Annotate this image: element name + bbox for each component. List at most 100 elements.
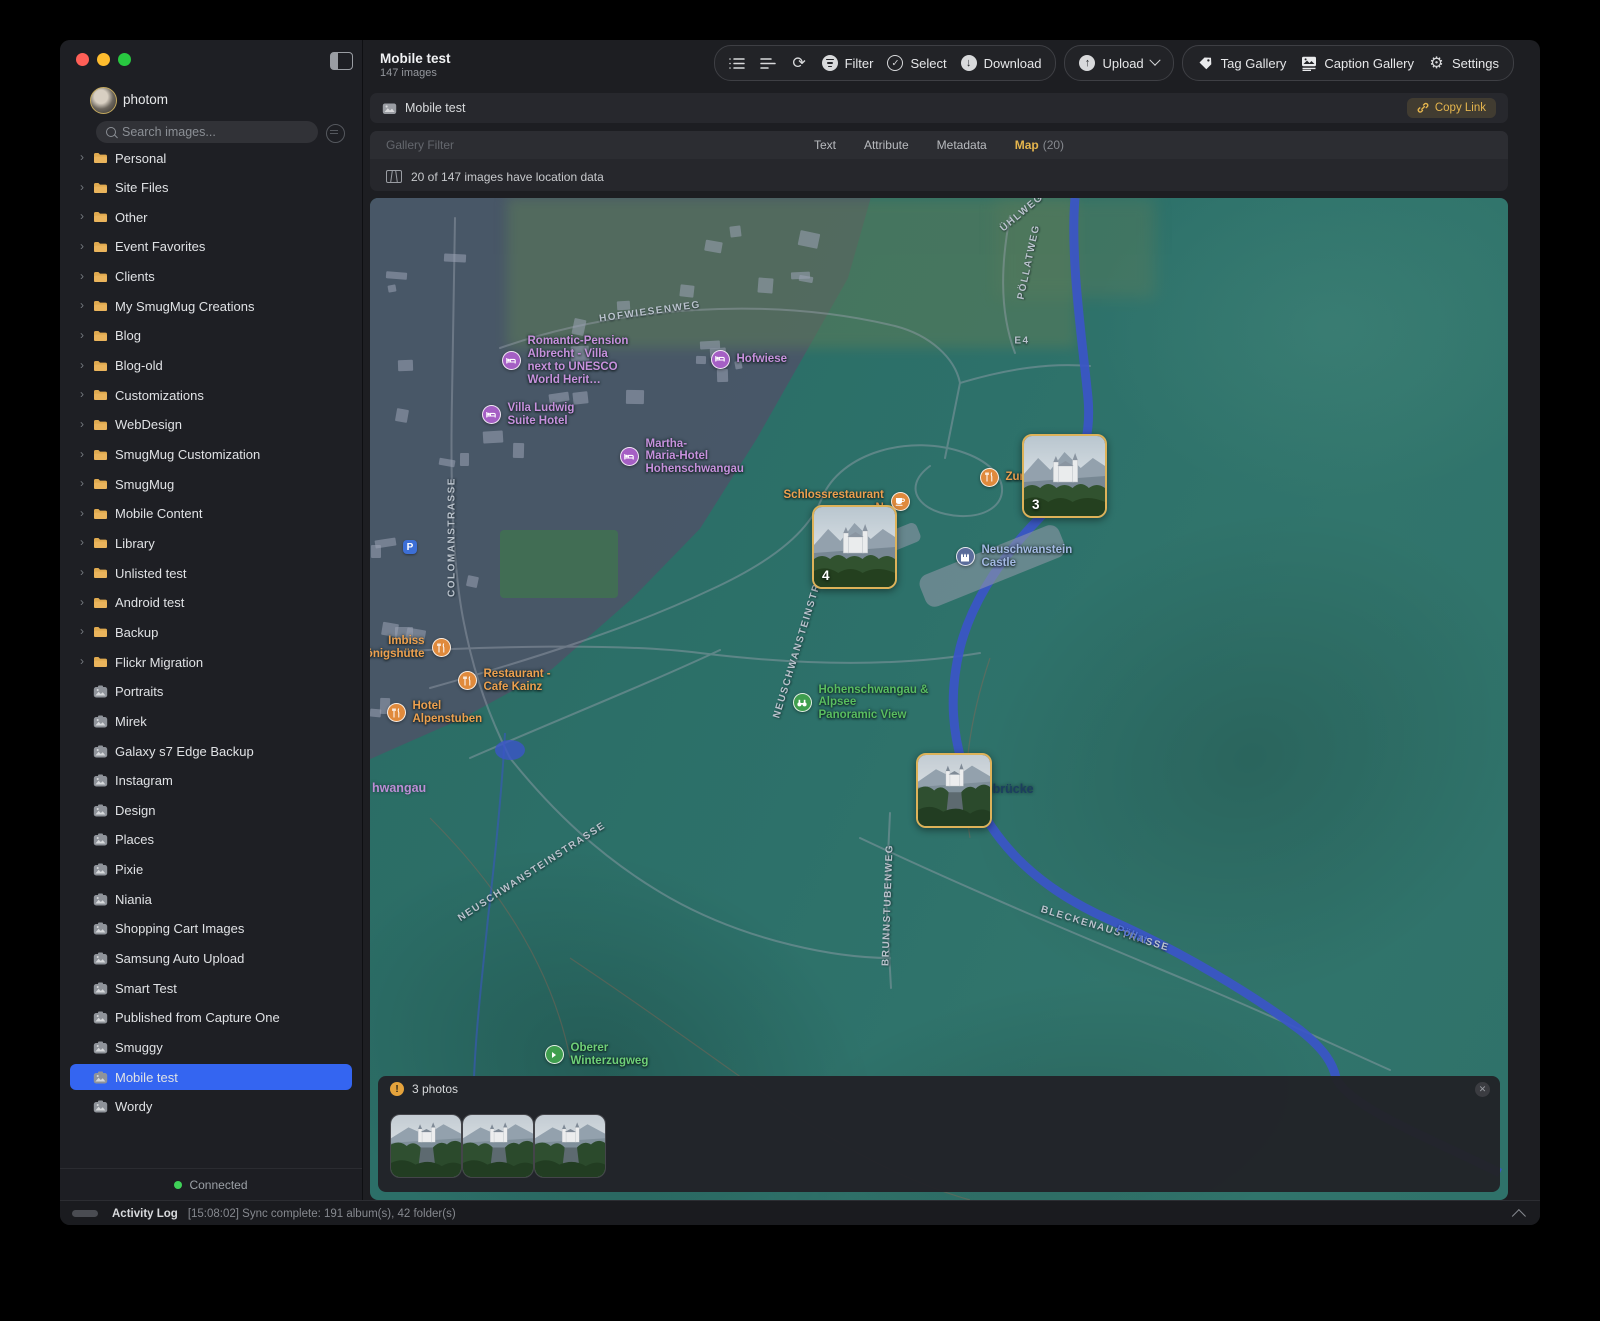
sidebar-item-my-smugmug-creations[interactable]: ›My SmugMug Creations — [70, 293, 352, 319]
panel-photo-3[interactable] — [534, 1114, 606, 1178]
poi-restaurant-cafe-kainz[interactable]: Restaurant -Cafe Kainz — [458, 668, 551, 694]
poi-romantic-pension-albrecht[interactable]: Romantic-PensionAlbrecht - Villanext to … — [502, 335, 629, 387]
sidebar-item-library[interactable]: ›Library — [70, 530, 352, 556]
tag-gallery-button[interactable]: Tag Gallery — [1197, 55, 1287, 72]
photo-cluster-marker-3[interactable]: 3 — [1022, 434, 1107, 518]
chevron-right-icon[interactable]: › — [78, 358, 86, 372]
panel-photo-1[interactable] — [390, 1114, 462, 1178]
photo-marker[interactable] — [916, 753, 992, 828]
upload-button[interactable]: ↑ Upload — [1079, 55, 1158, 71]
sidebar-item-blog[interactable]: ›Blog — [70, 323, 352, 349]
chevron-right-icon[interactable]: › — [78, 180, 86, 194]
sidebar-item-places[interactable]: Places — [70, 827, 352, 853]
chevron-right-icon[interactable]: › — [78, 447, 86, 461]
close-window-button[interactable] — [76, 53, 89, 66]
sidebar-item-label: WebDesign — [115, 417, 182, 432]
select-button[interactable]: ✓ Select — [887, 55, 946, 71]
sidebar-item-smart-test[interactable]: Smart Test — [70, 975, 352, 1001]
download-button[interactable]: ↓ Download — [961, 55, 1042, 71]
poi-martha-maria-hotel[interactable]: Martha-Maria-HotelHohenschwangau — [620, 438, 744, 477]
settings-button[interactable]: ⚙ Settings — [1428, 55, 1499, 72]
sidebar-item-pixie[interactable]: Pixie — [70, 857, 352, 883]
sidebar-item-smuggy[interactable]: Smuggy — [70, 1035, 352, 1061]
chevron-right-icon[interactable]: › — [78, 150, 86, 164]
sidebar-item-niania[interactable]: Niania — [70, 886, 352, 912]
chevron-right-icon[interactable]: › — [78, 387, 86, 401]
poi-neuschwanstein-castle[interactable]: NeuschwansteinCastle — [956, 544, 1073, 570]
sidebar-item-label: Design — [115, 803, 155, 818]
poi-zur[interactable]: Zur- — [980, 468, 1028, 487]
search-filter-icon[interactable] — [326, 124, 345, 143]
tab-metadata[interactable]: Metadata — [937, 138, 987, 152]
activity-log-label[interactable]: Activity Log — [112, 1208, 178, 1220]
chevron-right-icon[interactable]: › — [78, 624, 86, 638]
list-view-icon[interactable] — [760, 55, 777, 72]
poi-villa-ludwig-suite-hotel[interactable]: Villa LudwigSuite Hotel — [482, 402, 575, 428]
chevron-right-icon[interactable]: › — [78, 595, 86, 609]
sidebar-item-smugmug[interactable]: ›SmugMug — [70, 471, 352, 497]
chevron-right-icon[interactable]: › — [78, 476, 86, 490]
sidebar-item-unlisted-test[interactable]: ›Unlisted test — [70, 560, 352, 586]
drag-handle[interactable] — [72, 1210, 98, 1217]
sidebar-item-instagram[interactable]: Instagram — [70, 768, 352, 794]
sidebar-item-blog-old[interactable]: ›Blog-old — [70, 353, 352, 379]
copy-link-button[interactable]: Copy Link — [1407, 98, 1496, 118]
sidebar-item-android-test[interactable]: ›Android test — [70, 590, 352, 616]
close-icon[interactable]: ✕ — [1475, 1082, 1490, 1097]
breadcrumb-gallery-name[interactable]: Mobile test — [405, 101, 465, 115]
sidebar-item-flickr-migration[interactable]: ›Flickr Migration — [70, 649, 352, 675]
map-view[interactable]: HOFWIESENWEGCOLOMANSTRASSENEUSCHWANSTEIN… — [370, 198, 1508, 1200]
avatar[interactable] — [90, 87, 117, 114]
sidebar-item-design[interactable]: Design — [70, 797, 352, 823]
sidebar-item-smugmug-customization[interactable]: ›SmugMug Customization — [70, 442, 352, 468]
zoom-window-button[interactable] — [118, 53, 131, 66]
sidebar-item-event-favorites[interactable]: ›Event Favorites — [70, 234, 352, 260]
search-input[interactable]: Search images... — [96, 121, 318, 143]
sidebar-item-clients[interactable]: ›Clients — [70, 264, 352, 290]
poi-imbiss-koenigshuette[interactable]: ImbissKönigshütte — [370, 635, 451, 661]
sidebar-item-mobile-content[interactable]: ›Mobile Content — [70, 501, 352, 527]
sidebar-toggle-icon[interactable] — [330, 52, 353, 70]
chevron-up-icon[interactable] — [1512, 1209, 1526, 1223]
sidebar-item-mobile-test[interactable]: Mobile test — [70, 1064, 352, 1090]
chevron-right-icon[interactable]: › — [78, 239, 86, 253]
poi-hotel-alpenstuben[interactable]: HotelAlpenstuben — [387, 700, 483, 726]
panel-photo-2[interactable] — [462, 1114, 534, 1178]
sidebar-item-site-files[interactable]: ›Site Files — [70, 175, 352, 201]
poi-oberer-winterzugweg[interactable]: ObererWinterzugweg — [545, 1042, 649, 1068]
sidebar-item-shopping-cart-images[interactable]: Shopping Cart Images — [70, 916, 352, 942]
poi-hofwiese[interactable]: Hofwiese — [711, 350, 788, 369]
filter-button[interactable]: Filter — [822, 55, 874, 71]
chevron-right-icon[interactable]: › — [78, 298, 86, 312]
sidebar-item-backup[interactable]: ›Backup — [70, 619, 352, 645]
sidebar-item-customizations[interactable]: ›Customizations — [70, 382, 352, 408]
poi-panoramic-view[interactable]: Hohenschwangau &AlpseePanoramic View — [793, 684, 929, 723]
sidebar-item-wordy[interactable]: Wordy — [70, 1094, 352, 1120]
tab-text[interactable]: Text — [814, 138, 836, 152]
sidebar-item-personal[interactable]: ›Personal — [70, 145, 352, 171]
caption-gallery-button[interactable]: Caption Gallery — [1300, 55, 1414, 72]
sidebar-item-samsung-auto-upload[interactable]: Samsung Auto Upload — [70, 946, 352, 972]
sidebar-item-mirek[interactable]: Mirek — [70, 708, 352, 734]
photo-cluster-marker-4[interactable]: 4 — [812, 505, 897, 589]
chevron-right-icon[interactable]: › — [78, 328, 86, 342]
chevron-right-icon[interactable]: › — [78, 535, 86, 549]
upload-group: ↑ Upload — [1064, 45, 1173, 81]
chevron-right-icon[interactable]: › — [78, 269, 86, 283]
parking-icon[interactable]: P — [403, 540, 417, 554]
chevron-right-icon[interactable]: › — [78, 209, 86, 223]
chevron-right-icon[interactable]: › — [78, 506, 86, 520]
sidebar-item-portraits[interactable]: Portraits — [70, 679, 352, 705]
refresh-icon[interactable]: ⟳ — [791, 55, 808, 72]
tab-attribute[interactable]: Attribute — [864, 138, 909, 152]
sidebar-item-published-from-capture-one[interactable]: Published from Capture One — [70, 1005, 352, 1031]
chevron-right-icon[interactable]: › — [78, 654, 86, 668]
sidebar-item-webdesign[interactable]: › WebDesign — [70, 412, 352, 438]
tab-map[interactable]: Map(20) — [1015, 138, 1064, 152]
chevron-right-icon[interactable]: › — [78, 565, 86, 579]
sidebar-item-galaxy-s7-edge-backup[interactable]: Galaxy s7 Edge Backup — [70, 738, 352, 764]
sidebar-item-other[interactable]: ›Other — [70, 204, 352, 230]
chevron-right-icon[interactable]: › — [78, 417, 86, 431]
compact-list-view-icon[interactable] — [729, 55, 746, 72]
minimize-window-button[interactable] — [97, 53, 110, 66]
